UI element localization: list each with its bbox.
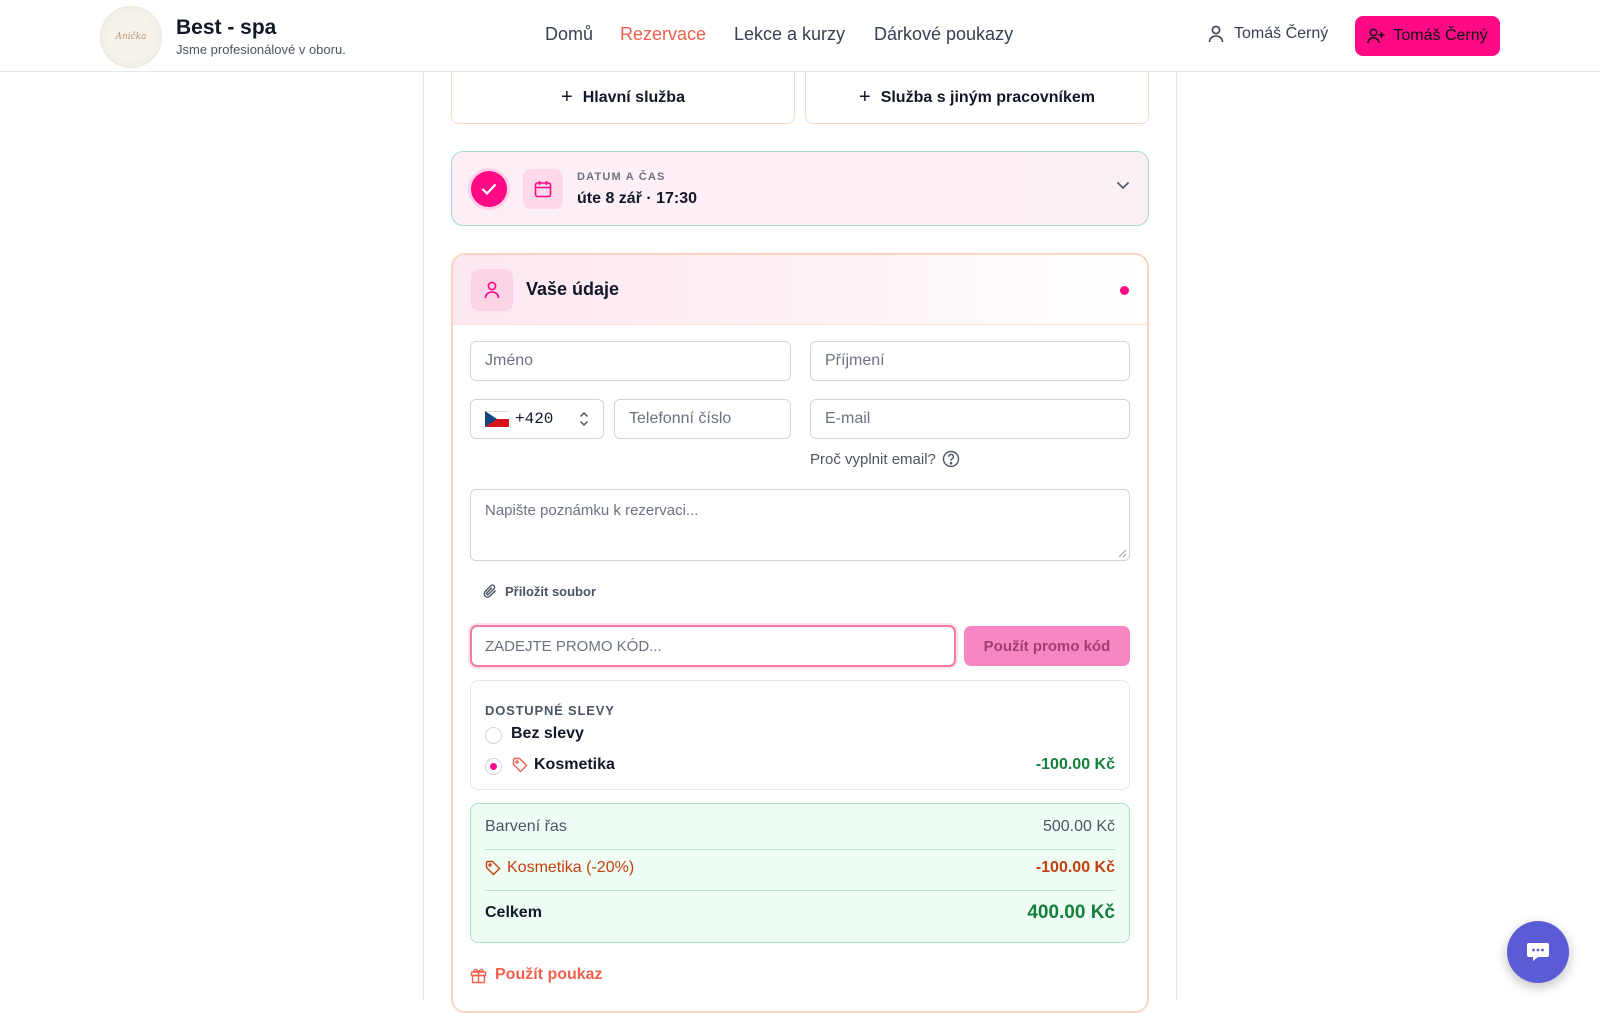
summary-discount-row: Kosmetika (-20%) -100.00 Kč — [485, 859, 1115, 877]
price-summary: Barvení řas 500.00 Kč Kosmetika (-20%) -… — [470, 803, 1130, 943]
person-icon — [484, 281, 500, 299]
reservation-note-textarea[interactable]: Napište poznámku k rezervaci... — [470, 489, 1130, 561]
summary-item-label: Barvení řas — [485, 818, 567, 835]
add-other-staff-service-button[interactable]: + Služba s jiným pracovníkem — [805, 72, 1149, 124]
summary-item-row: Barvení řas 500.00 Kč — [485, 818, 1115, 836]
plus-icon: + — [859, 86, 871, 108]
czech-flag-icon — [485, 411, 509, 427]
person-icon-box — [471, 269, 513, 311]
plus-icon: + — [561, 86, 573, 108]
nav-home[interactable]: Domů — [545, 24, 593, 45]
user-profile-button[interactable]: Tomáš Černý — [1355, 16, 1500, 56]
first-name-field[interactable]: Jméno — [470, 341, 791, 381]
nav-reservations[interactable]: Rezervace — [620, 24, 706, 45]
discounts-label: DOSTUPNÉ SLEVY — [485, 703, 615, 718]
available-discounts: DOSTUPNÉ SLEVY Bez slevy Kosmetika -100.… — [470, 680, 1130, 790]
attach-file-label: Přiložit soubor — [505, 583, 596, 599]
why-email-text: Proč vyplnit email? — [810, 450, 936, 468]
why-email-help[interactable]: Proč vyplnit email? — [810, 450, 960, 468]
calendar-icon — [534, 181, 552, 198]
tag-icon — [485, 860, 501, 876]
resize-handle-icon[interactable] — [1117, 548, 1127, 558]
apply-promo-button[interactable]: Použít promo kód — [964, 626, 1130, 666]
attach-file-button[interactable]: Přiložit soubor — [482, 583, 596, 599]
calendar-icon-box — [523, 169, 563, 209]
question-circle-icon — [942, 450, 960, 468]
kosmetika-discount-label[interactable]: Kosmetika — [534, 756, 615, 774]
step-complete-check — [468, 168, 510, 210]
user-icon — [1208, 25, 1224, 43]
last-name-field[interactable]: Příjmení — [810, 341, 1130, 381]
your-details-header[interactable]: Vaše údaje — [453, 255, 1147, 325]
active-step-dot — [1120, 286, 1129, 295]
nav-gift-vouchers[interactable]: Dárkové poukazy — [874, 24, 1013, 45]
phone-number-field[interactable]: Telefonní číslo — [614, 399, 791, 439]
promo-code-input[interactable]: ZADEJTE PROMO KÓD... — [470, 625, 956, 667]
add-main-service-button[interactable]: + Hlavní služba — [451, 72, 795, 124]
chat-button[interactable] — [1507, 921, 1569, 983]
summary-divider — [485, 890, 1115, 891]
use-voucher-button[interactable]: Použít poukaz — [470, 966, 603, 984]
email-field[interactable]: E-mail — [810, 399, 1130, 439]
summary-discount-amount: -100.00 Kč — [1035, 859, 1115, 876]
datetime-value: úte 8 zář · 17:30 — [577, 190, 698, 207]
check-icon — [481, 183, 497, 195]
add-other-staff-service-label: Služba s jiným pracovníkem — [880, 88, 1095, 106]
note-placeholder: Napište poznámku k rezervaci... — [485, 502, 699, 519]
user-plus-icon — [1367, 28, 1385, 44]
add-main-service-label: Hlavní služba — [582, 88, 685, 106]
user-button-label: Tomáš Černý — [1393, 27, 1488, 44]
summary-discount-label: Kosmetika (-20%) — [507, 859, 635, 876]
tag-icon — [512, 757, 528, 773]
chevron-down-icon[interactable] — [1116, 181, 1130, 190]
user-account-link[interactable]: Tomáš Černý — [1208, 25, 1328, 43]
use-voucher-label: Použít poukaz — [495, 966, 603, 983]
chevron-up-down-icon — [579, 411, 589, 427]
summary-item-price: 500.00 Kč — [1042, 818, 1115, 835]
your-details-title: Vaše údaje — [526, 279, 620, 299]
user-name: Tomáš Černý — [1234, 25, 1329, 42]
summary-total-amount: 400.00 Kč — [1027, 902, 1115, 923]
datetime-step-card[interactable]: DATUM A ČAS úte 8 zář · 17:30 — [451, 151, 1149, 226]
country-code-select[interactable]: +420 — [470, 399, 604, 439]
kosmetika-discount-radio[interactable] — [485, 758, 502, 775]
summary-total-row: Celkem 400.00 Kč — [485, 902, 1115, 924]
kosmetika-discount-amount: -100.00 Kč — [1035, 756, 1115, 773]
summary-total-label: Celkem — [485, 904, 542, 921]
no-discount-radio[interactable] — [485, 727, 502, 744]
summary-divider — [485, 849, 1115, 850]
chat-bubble-icon — [1527, 943, 1549, 961]
country-code-value: +420 — [515, 410, 554, 428]
datetime-label: DATUM A ČAS — [577, 171, 666, 183]
gift-icon — [470, 968, 487, 983]
summary-discount-label-wrap: Kosmetika (-20%) — [485, 859, 634, 877]
no-discount-label[interactable]: Bez slevy — [511, 725, 584, 743]
nav-lessons[interactable]: Lekce a kurzy — [734, 24, 845, 45]
paperclip-icon — [483, 584, 496, 598]
site-header: Anička Best - spa Jsme profesionálové v … — [0, 0, 1600, 72]
